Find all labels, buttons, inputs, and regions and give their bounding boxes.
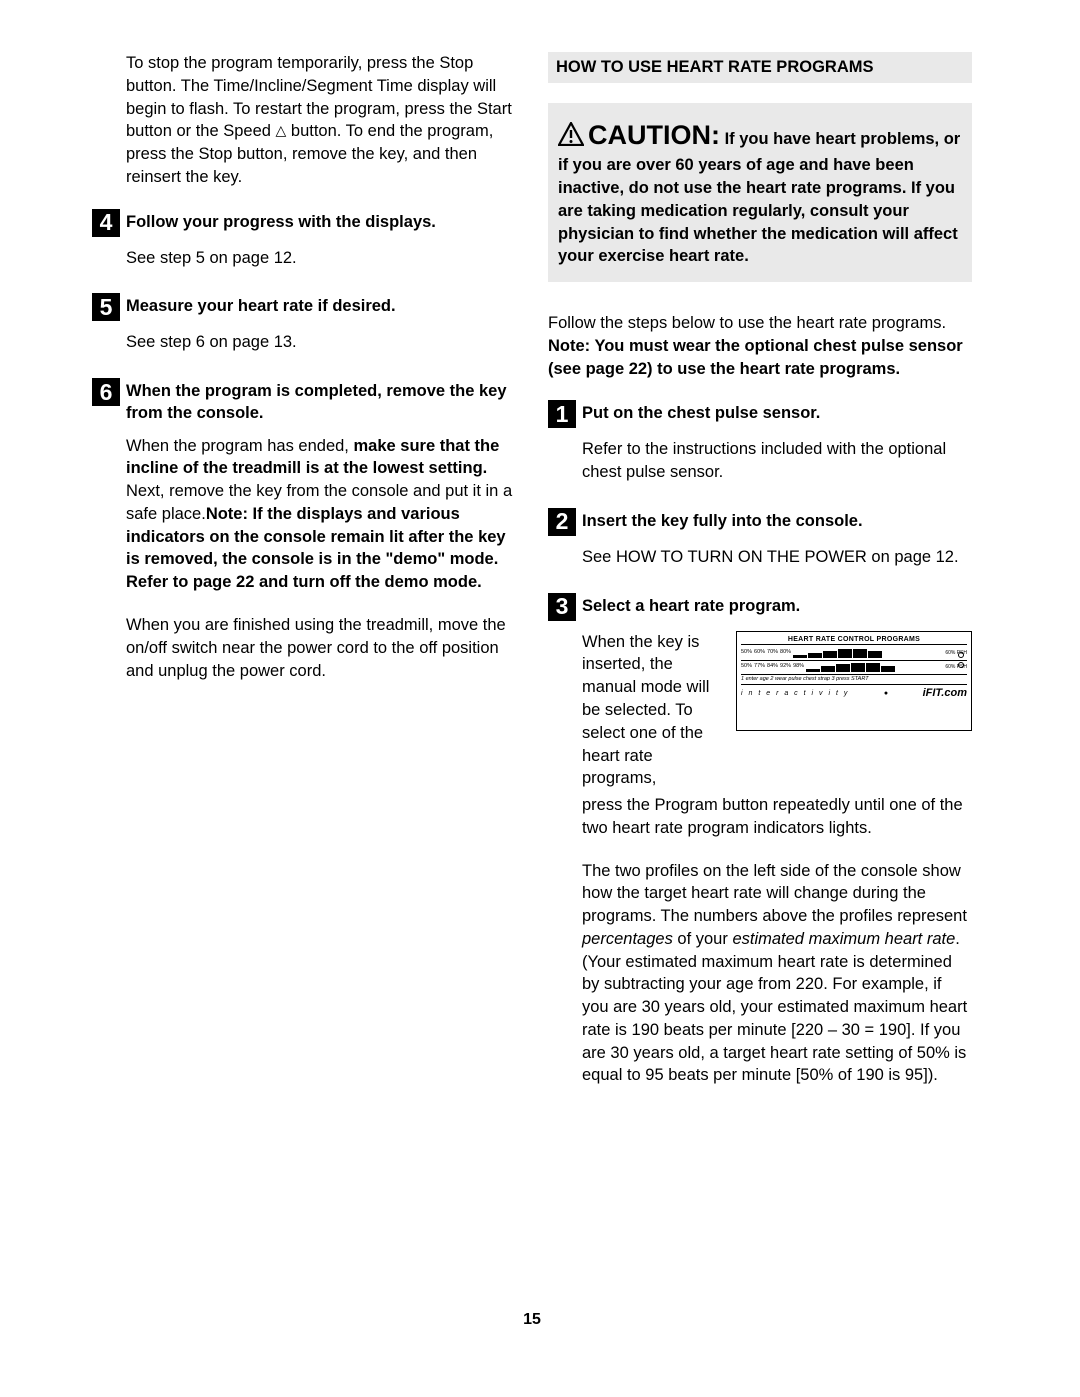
- step-title: Insert the key fully into the console.: [582, 508, 863, 532]
- step-title: Put on the chest pulse sensor.: [582, 400, 820, 424]
- page-number: 15: [92, 1311, 972, 1329]
- intro-paragraph: To stop the program temporarily, press t…: [92, 52, 516, 189]
- console-illustration: HEART RATE CONTROL PROGRAMS 50% 60% 70% …: [736, 631, 972, 731]
- caution-box: CAUTION: If you have heart problems, or …: [548, 103, 972, 282]
- step-5: 5 Measure your heart rate if desired.: [92, 293, 516, 321]
- caution-lead: CAUTION:: [588, 120, 720, 150]
- step-title: When the program is completed, remove th…: [126, 378, 516, 425]
- step-number-box: 2: [548, 508, 576, 536]
- step-6-body: When the program has ended, make sure th…: [92, 435, 516, 683]
- step3-side-text: When the key is inserted, the manual mod…: [582, 631, 722, 790]
- step3-continue: press the Program button repeatedly unti…: [582, 794, 972, 840]
- left-column: To stop the program temporarily, press t…: [92, 52, 516, 1111]
- profile-row-1: 50% 60% 70% 80% 60% PSH: [741, 647, 967, 661]
- hr-step-2: 2 Insert the key fully into the console.: [548, 508, 972, 536]
- step-number-box: 3: [548, 593, 576, 621]
- right-column: HOW TO USE HEART RATE PROGRAMS CAUTION: …: [548, 52, 972, 1111]
- step-4-body: See step 5 on page 12.: [92, 247, 516, 270]
- hr-step-1-body: Refer to the instructions included with …: [548, 438, 972, 484]
- hr-step-1: 1 Put on the chest pulse sensor.: [548, 400, 972, 428]
- up-triangle-icon: △: [276, 123, 287, 137]
- caution-body: If you have heart problems, or if you ar…: [558, 130, 960, 265]
- step-5-body: See step 6 on page 13.: [92, 331, 516, 354]
- hr-step-2-body: See HOW TO TURN ON THE POWER on page 12.: [548, 546, 972, 569]
- step-number-box: 4: [92, 209, 120, 237]
- hr-step-3-body: When the key is inserted, the manual mod…: [548, 631, 972, 1088]
- hr-intro: Follow the steps below to use the heart …: [548, 312, 972, 380]
- step-number-box: 1: [548, 400, 576, 428]
- console-knobs: [958, 652, 964, 668]
- ifit-logo: iFIT.com: [923, 688, 967, 699]
- step-title: Measure your heart rate if desired.: [126, 293, 396, 317]
- console-subline: 1 enter age 2 wear pulse chest strap 3 p…: [741, 675, 967, 686]
- profile-row-2: 50% 77% 84% 92% 98% 60% PSH: [741, 661, 967, 675]
- hr-step-3: 3 Select a heart rate program.: [548, 593, 972, 621]
- warning-triangle-icon: [558, 122, 584, 146]
- step-6: 6 When the program is completed, remove …: [92, 378, 516, 425]
- interactivity-label: i n t e r a c t i v i t y: [741, 690, 849, 697]
- step-title: Follow your progress with the displays.: [126, 209, 436, 233]
- step-title: Select a heart rate program.: [582, 593, 800, 617]
- step3-explain: The two profiles on the left side of the…: [582, 860, 972, 1088]
- console-title: HEART RATE CONTROL PROGRAMS: [741, 636, 967, 645]
- step-number-box: 6: [92, 378, 120, 406]
- section-header: HOW TO USE HEART RATE PROGRAMS: [548, 52, 972, 83]
- step-number-box: 5: [92, 293, 120, 321]
- step-4: 4 Follow your progress with the displays…: [92, 209, 516, 237]
